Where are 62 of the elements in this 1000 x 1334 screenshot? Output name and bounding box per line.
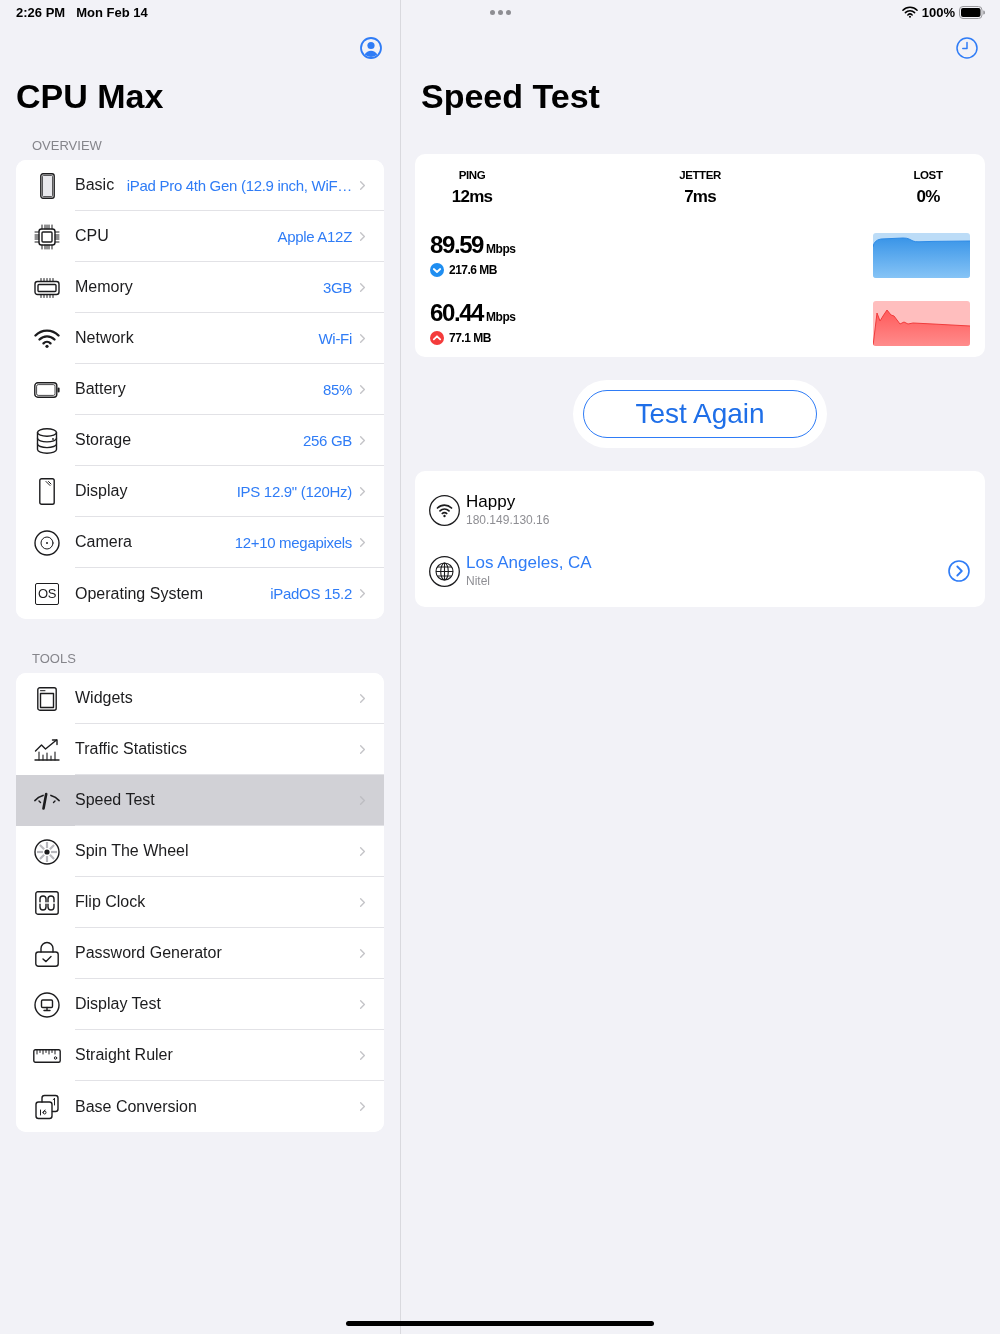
metric-label: PING [458,168,486,182]
more-dots-icon[interactable] [490,9,511,15]
speed-value: 60.44 [430,299,484,327]
item-value: IPS 12.9" (120Hz) [235,482,352,500]
item-value: 85% [321,380,352,398]
wifi-icon [901,6,918,18]
metric-label: LOST [913,168,943,182]
item-value: 256 GB [301,431,352,449]
memory-chip-icon [34,277,60,298]
database-icon [36,427,58,454]
transfer-amount: 217.6 MB [449,262,498,279]
metric-value: 7ms [684,186,716,208]
transfer-amount: 77.1 MB [449,330,491,347]
profile-icon[interactable] [360,37,382,59]
item-value: Wi-Fi [317,329,352,347]
lens-icon [34,529,60,556]
number-tiles-icon [34,1093,60,1120]
battery-percent: 100% [921,4,955,20]
wheel-icon [34,838,60,865]
globe-icon [429,555,460,587]
wifi-icon [34,329,60,348]
battery-icon [959,5,985,19]
lock-check-icon [35,940,59,967]
sidebar-item[interactable]: Speed Test [16,775,384,826]
ip-address: 180.149.130.16 [466,512,550,529]
item-value: iPadOS 15.2 [269,585,352,602]
os-icon: OS [35,582,59,605]
page-title: Speed Test [421,76,600,116]
chart-icon [34,738,60,761]
metric-value: 0% [916,186,940,208]
item-value: Apple A12Z [276,227,352,245]
chevron-circle-icon[interactable] [948,560,970,582]
metric-label: JETTER [679,168,721,182]
provider-name: Nitel [466,573,490,590]
widget-icon [37,686,57,711]
test-again-button[interactable]: Test Again [583,390,817,438]
item-value: 12+10 megapixels [233,533,352,551]
tablet-icon [39,172,55,199]
chevron-up-circle-icon [430,331,444,345]
app-title: CPU Max [16,76,164,116]
speed-value: 89.59 [430,231,484,259]
gauge-icon [34,791,60,810]
metric-value: 12ms [451,186,493,208]
network-name: Happy [466,491,516,512]
wifi-circle-icon [429,494,460,526]
chevron-down-circle-icon [430,263,444,277]
speed-unit: Mbps [486,242,516,256]
status-date: Mon Feb 14 [76,4,148,20]
server-location: Los Angeles, CA [466,552,592,573]
section-header: TOOLS [31,651,76,667]
flip-clock-icon [35,890,59,915]
monitor-icon [34,991,60,1018]
clock-icon[interactable] [956,37,978,59]
item-value: iPad Pro 4th Gen (12.9 inch, WiF… [125,176,352,194]
battery-icon [34,381,60,398]
item-value: 3GB [321,278,352,296]
speed-unit: Mbps [486,310,516,324]
ruler-icon [33,1048,61,1063]
section-header: OVERVIEW [31,138,102,154]
screen-icon [39,478,55,505]
status-time: 2:26 PM [16,4,66,20]
cpu-chip-icon [34,223,60,250]
